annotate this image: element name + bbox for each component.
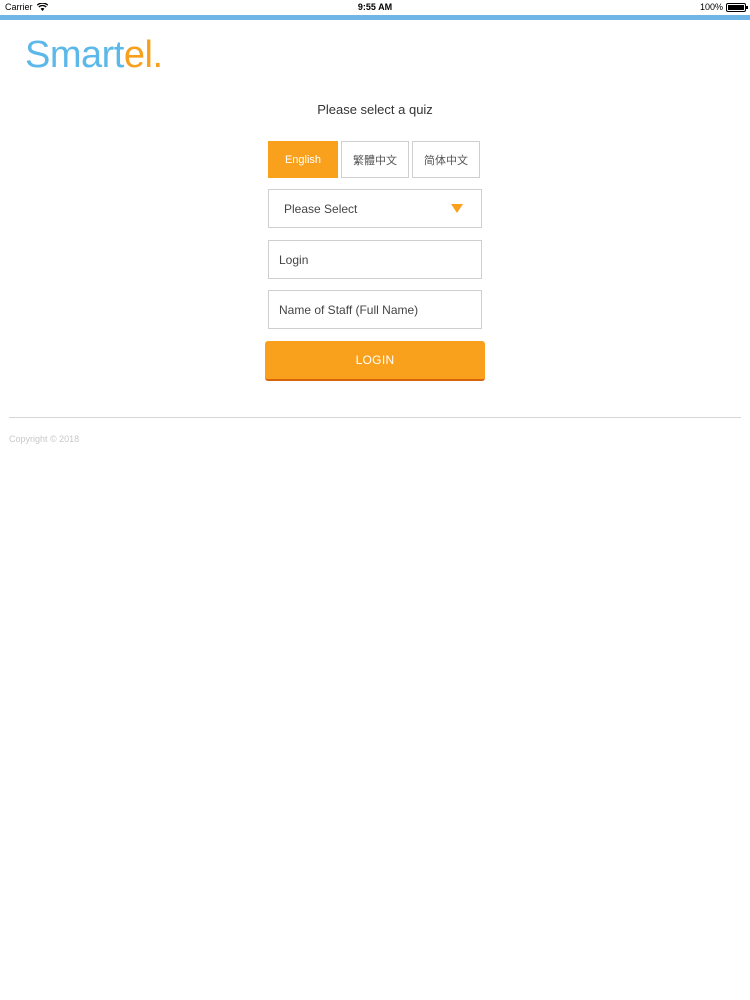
logo-text-el: el: [123, 34, 153, 76]
language-selector: English 繁體中文 简体中文: [268, 141, 480, 178]
language-english-button[interactable]: English: [268, 141, 338, 178]
language-simplified-chinese-button[interactable]: 简体中文: [412, 141, 480, 178]
logo-text-smart: Smart: [25, 34, 124, 76]
staff-name-input[interactable]: Name of Staff (Full Name): [268, 290, 482, 329]
logo-dot: .: [152, 34, 163, 76]
smartel-logo: Smartel.: [25, 36, 163, 74]
top-accent-bar: [0, 15, 750, 20]
triangle-down-icon: [451, 204, 463, 213]
login-button[interactable]: LOGIN: [265, 341, 485, 381]
page-subtitle: Please select a quiz: [317, 102, 433, 117]
copyright-text: Copyright © 2018: [9, 434, 80, 444]
login-placeholder: Login: [279, 252, 309, 267]
language-traditional-chinese-button[interactable]: 繁體中文: [341, 141, 409, 178]
footer-divider: [9, 417, 741, 418]
battery-icon: [726, 2, 748, 12]
status-time: 9:55 AM: [357, 2, 393, 12]
status-bar: Carrier 9:55 AM 100%: [0, 0, 750, 15]
battery-percent: 100%: [699, 2, 723, 12]
quiz-select-value: Please Select: [284, 201, 358, 216]
staff-name-placeholder: Name of Staff (Full Name): [279, 302, 419, 317]
login-input[interactable]: Login: [268, 240, 482, 279]
quiz-select-dropdown[interactable]: Please Select: [268, 189, 482, 228]
battery-status: 100%: [699, 2, 748, 12]
